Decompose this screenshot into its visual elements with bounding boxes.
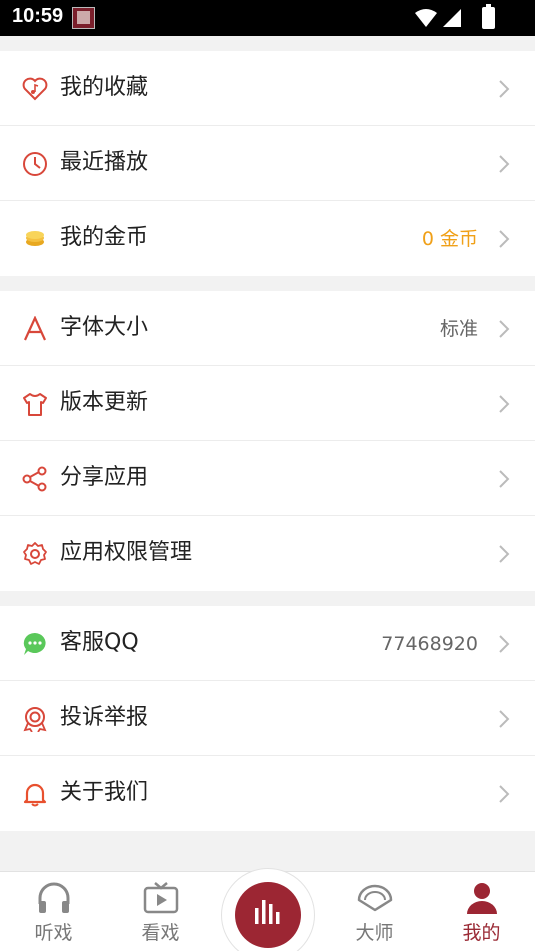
- row-label: 分享应用: [60, 465, 149, 490]
- row-service-qq[interactable]: 客服QQ 77468920: [0, 606, 535, 681]
- badge-icon: [23, 707, 47, 732]
- row-label: 我的收藏: [60, 75, 149, 100]
- chat-bubble-icon: [23, 632, 46, 655]
- row-share[interactable]: 分享应用: [0, 441, 535, 516]
- font-size-value: 标准: [439, 318, 478, 340]
- row-permissions[interactable]: 应用权限管理: [0, 516, 535, 591]
- fan-icon: [357, 884, 393, 912]
- chevron-right-icon: [499, 710, 510, 728]
- row-label: 投诉举报: [60, 705, 149, 730]
- chevron-right-icon: [499, 545, 510, 563]
- row-label: 应用权限管理: [60, 540, 193, 565]
- chevron-right-icon: [499, 155, 510, 173]
- player-button[interactable]: [235, 882, 301, 948]
- battery-icon: [482, 7, 495, 29]
- row-favorites[interactable]: 我的收藏: [0, 51, 535, 126]
- row-label: 最近播放: [60, 150, 149, 175]
- row-label: 我的金币: [60, 225, 149, 250]
- tab-label: 听戏: [34, 922, 73, 944]
- group-content: 我的收藏 最近播放 我的金币 0 金币: [0, 51, 535, 276]
- wifi-signal-icon: [415, 9, 461, 27]
- tab-label: 我的: [462, 922, 501, 944]
- settings-list: 我的收藏 最近播放 我的金币 0 金币 字体大小 标准 版本更新 分享应用 应用…: [0, 36, 535, 871]
- row-update[interactable]: 版本更新: [0, 366, 535, 441]
- tab-watch[interactable]: 看戏: [107, 872, 214, 951]
- row-coins[interactable]: 我的金币 0 金币: [0, 201, 535, 276]
- row-font-size[interactable]: 字体大小 标准: [0, 291, 535, 366]
- group-settings: 字体大小 标准 版本更新 分享应用 应用权限管理: [0, 291, 535, 591]
- equalizer-icon: [255, 900, 280, 924]
- tab-listen[interactable]: 听戏: [0, 872, 107, 951]
- tab-mine[interactable]: 我的: [428, 872, 535, 951]
- clock-icon: [23, 152, 47, 176]
- notification-thumbnail-icon: [72, 7, 95, 29]
- tab-master[interactable]: 大师: [321, 872, 428, 951]
- headphones-icon: [38, 882, 70, 913]
- chevron-right-icon: [499, 395, 510, 413]
- font-size-icon: [23, 316, 47, 341]
- row-label: 版本更新: [60, 390, 149, 415]
- heart-music-icon: [22, 77, 48, 101]
- status-bar: 10:59: [0, 0, 535, 36]
- row-label: 关于我们: [60, 780, 149, 805]
- row-report[interactable]: 投诉举报: [0, 681, 535, 756]
- shirt-icon: [23, 393, 47, 416]
- coins-icon: [26, 231, 44, 246]
- qq-number: 77468920: [381, 633, 478, 655]
- gear-icon: [23, 542, 47, 565]
- row-label: 客服QQ: [60, 630, 139, 655]
- row-label: 字体大小: [60, 315, 149, 340]
- bell-icon: [23, 783, 47, 807]
- row-about[interactable]: 关于我们: [0, 756, 535, 831]
- chevron-right-icon: [499, 635, 510, 653]
- row-recent[interactable]: 最近播放: [0, 126, 535, 201]
- coin-balance: 0 金币: [421, 228, 478, 250]
- chevron-right-icon: [499, 80, 510, 98]
- tab-label: 看戏: [141, 922, 180, 944]
- tv-play-icon: [143, 882, 179, 914]
- tab-label: 大师: [355, 922, 394, 944]
- chevron-right-icon: [499, 470, 510, 488]
- status-time: 10:59: [12, 5, 64, 27]
- user-icon: [467, 883, 497, 914]
- share-icon: [22, 466, 47, 492]
- chevron-right-icon: [499, 785, 510, 803]
- group-support: 客服QQ 77468920 投诉举报 关于我们: [0, 606, 535, 831]
- chevron-right-icon: [499, 230, 510, 248]
- chevron-right-icon: [499, 320, 510, 338]
